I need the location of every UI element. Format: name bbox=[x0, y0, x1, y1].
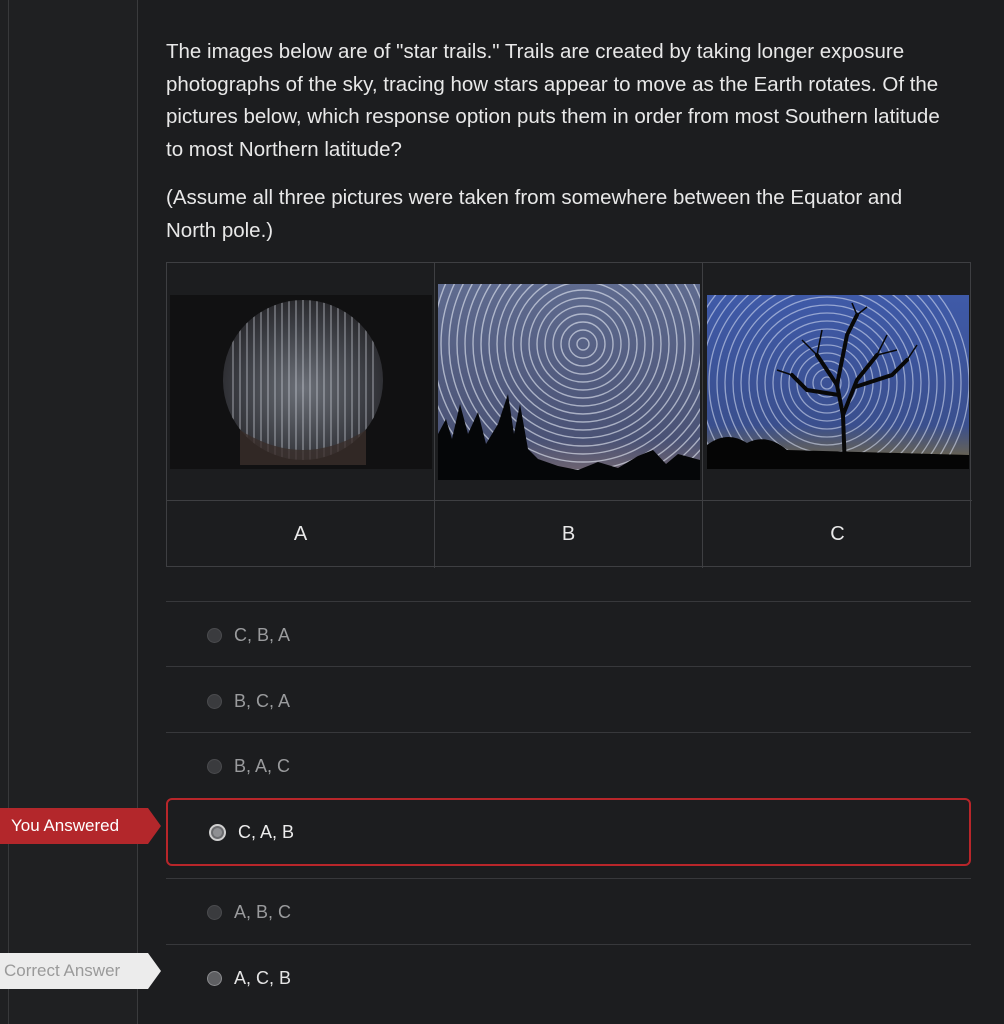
option-label: A, B, C bbox=[234, 901, 292, 922]
answer-option[interactable]: B, C, A bbox=[166, 678, 971, 724]
answer-option[interactable]: B, A, C bbox=[166, 743, 971, 789]
rail-divider bbox=[137, 0, 138, 1024]
option-label: A, C, B bbox=[234, 967, 292, 988]
images-table: A B C bbox=[166, 262, 972, 568]
question-paragraph: The images below are of "star trails." T… bbox=[166, 40, 940, 161]
image-label-b: B bbox=[435, 500, 703, 568]
rail-divider bbox=[8, 0, 9, 1024]
answer-option[interactable]: C, B, A bbox=[166, 612, 971, 658]
correct-answer-tag: Correct Answer bbox=[0, 953, 161, 989]
option-divider bbox=[166, 601, 971, 602]
question-note: (Assume all three pictures were taken fr… bbox=[166, 186, 903, 242]
option-label: C, A, B bbox=[238, 821, 295, 842]
option-label: B, C, A bbox=[234, 690, 291, 711]
radio-button[interactable] bbox=[207, 904, 222, 920]
question-text: The images below are of "star trails." T… bbox=[166, 36, 956, 263]
image-cell-c bbox=[703, 263, 972, 500]
answer-option[interactable]: A, B, C bbox=[166, 889, 971, 935]
option-divider bbox=[166, 878, 971, 879]
radio-button[interactable] bbox=[207, 970, 222, 986]
option-divider bbox=[166, 732, 971, 733]
answer-option-correct[interactable]: A, C, B bbox=[166, 955, 971, 1001]
you-answered-tag: You Answered bbox=[0, 808, 161, 844]
option-label: B, A, C bbox=[234, 755, 291, 776]
radio-button[interactable] bbox=[207, 693, 222, 709]
option-divider bbox=[166, 666, 971, 667]
star-trails-tree-silhouette-photo bbox=[706, 294, 969, 469]
image-label-c: C bbox=[703, 500, 972, 568]
star-trails-fisheye-photo bbox=[169, 294, 432, 469]
image-cell-b bbox=[435, 263, 703, 500]
star-trails-circular-pines-photo bbox=[437, 283, 700, 480]
image-cell-a bbox=[167, 263, 435, 500]
radio-button[interactable] bbox=[207, 627, 222, 643]
left-rail bbox=[0, 0, 138, 1024]
answer-option-selected[interactable]: C, A, B bbox=[166, 798, 971, 866]
option-label: C, B, A bbox=[234, 624, 291, 645]
image-label-a: A bbox=[167, 500, 435, 568]
radio-button[interactable] bbox=[207, 758, 222, 774]
radio-button-selected[interactable] bbox=[209, 823, 226, 841]
option-divider bbox=[166, 944, 971, 945]
